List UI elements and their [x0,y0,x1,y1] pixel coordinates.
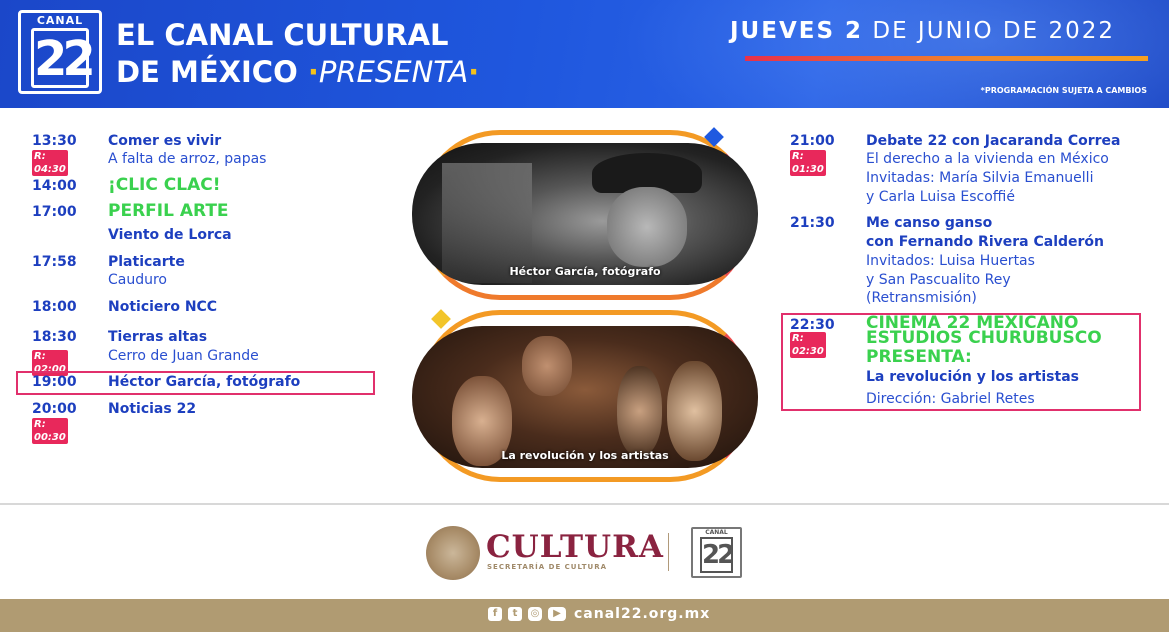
photo-revolucion[interactable]: La revolución y los artistas [412,326,758,468]
logo-number: 22 [31,28,96,88]
diamond-yellow-icon [431,309,451,329]
time-2130: 21:30 [790,215,835,231]
canal22-small-logo[interactable]: CANAL 22 [691,527,742,578]
program-guests: Invitados: Luisa Huertas [866,253,1035,269]
twitter-icon[interactable]: t [508,607,522,621]
logo-number: 22 [700,537,735,573]
time-1830: 18:30 [32,329,77,345]
face-shape [607,187,687,267]
youtube-icon[interactable]: ▶ [548,607,566,621]
program-episode: Cerro de Juan Grande [108,348,259,364]
program-note: (Retransmisión) [866,290,977,306]
title-line-2: DE MÉXICO ·PRESENTA· [116,55,480,89]
program-title[interactable]: ¡CLIC CLAC! [108,175,220,195]
program-guests: y San Pascualito Rey [866,272,1011,288]
figure-shape [617,366,662,456]
date-underline [745,56,1148,61]
time-2000: 20:00 [32,401,77,417]
program-title[interactable]: Tierras altas [108,329,207,345]
canal22-logo[interactable]: CANAL 22 [18,10,102,94]
program-title[interactable]: Noticias 22 [108,401,196,417]
title-line-1: EL CANAL CULTURAL [116,18,449,52]
program-episode: Cauduro [108,272,168,288]
program-title[interactable]: Me canso ganso [866,215,992,231]
program-guests: y Carla Luisa Escoffié [866,189,1015,205]
highlight-box-2230 [781,313,1141,411]
highlight-box-1900 [16,371,375,395]
program-guests: Invitadas: María Silvia Emanuelli [866,170,1094,186]
program-episode: El derecho a la vivienda en México [866,151,1109,167]
time-1700: 17:00 [32,204,77,220]
program-title[interactable]: Noticiero NCC [108,299,217,315]
program-title[interactable]: PERFIL ARTE [108,201,229,221]
secretaria-text: SECRETARÍA DE CULTURA [487,563,608,571]
logo-divider [668,533,669,571]
photo-hector-garcia[interactable]: Héctor García, fotógrafo [412,143,758,285]
cultura-logo-text: CULTURA [486,529,664,565]
repeat-badge: R: 00:30 [32,418,68,444]
header-banner: CANAL 22 EL CANAL CULTURAL DE MÉXICO ·PR… [0,0,1169,108]
facebook-icon[interactable]: f [488,607,502,621]
program-episode: A falta de arroz, papas [108,151,267,167]
time-2100: 21:00 [790,133,835,149]
program-title[interactable]: Debate 22 con Jacaranda Correa [866,133,1120,149]
mexico-seal-icon [426,526,480,580]
time-1758: 17:58 [32,254,77,270]
title-presenta: PRESENTA [318,55,469,89]
face-shape [522,336,572,396]
broadcast-date: JUEVES 2 DE JUNIO DE 2022 [730,18,1116,44]
program-host: con Fernando Rivera Calderón [866,234,1104,250]
program-episode: Viento de Lorca [108,227,232,243]
program-title[interactable]: Platicarte [108,254,185,270]
time-1330: 13:30 [32,133,77,149]
time-1800: 18:00 [32,299,77,315]
program-title[interactable]: Comer es vivir [108,133,221,149]
photo-caption: La revolución y los artistas [501,449,669,462]
repeat-badge: R: 01:30 [790,150,826,176]
footer-divider [0,503,1169,505]
photo-caption: Héctor García, fotógrafo [509,265,661,278]
logo-canal-text: CANAL [705,529,728,536]
instagram-icon[interactable]: ◎ [528,607,542,621]
logo-canal-text: CANAL [36,14,84,27]
programming-disclaimer: *PROGRAMACIÓN SUJETA A CAMBIOS [980,86,1147,95]
header-title: EL CANAL CULTURAL DE MÉXICO ·PRESENTA· [116,17,479,91]
figure-shape [667,361,722,461]
time-1400: 14:00 [32,178,77,194]
repeat-badge: R: 04:30 [32,150,68,176]
website-link[interactable]: canal22.org.mx [574,606,710,622]
